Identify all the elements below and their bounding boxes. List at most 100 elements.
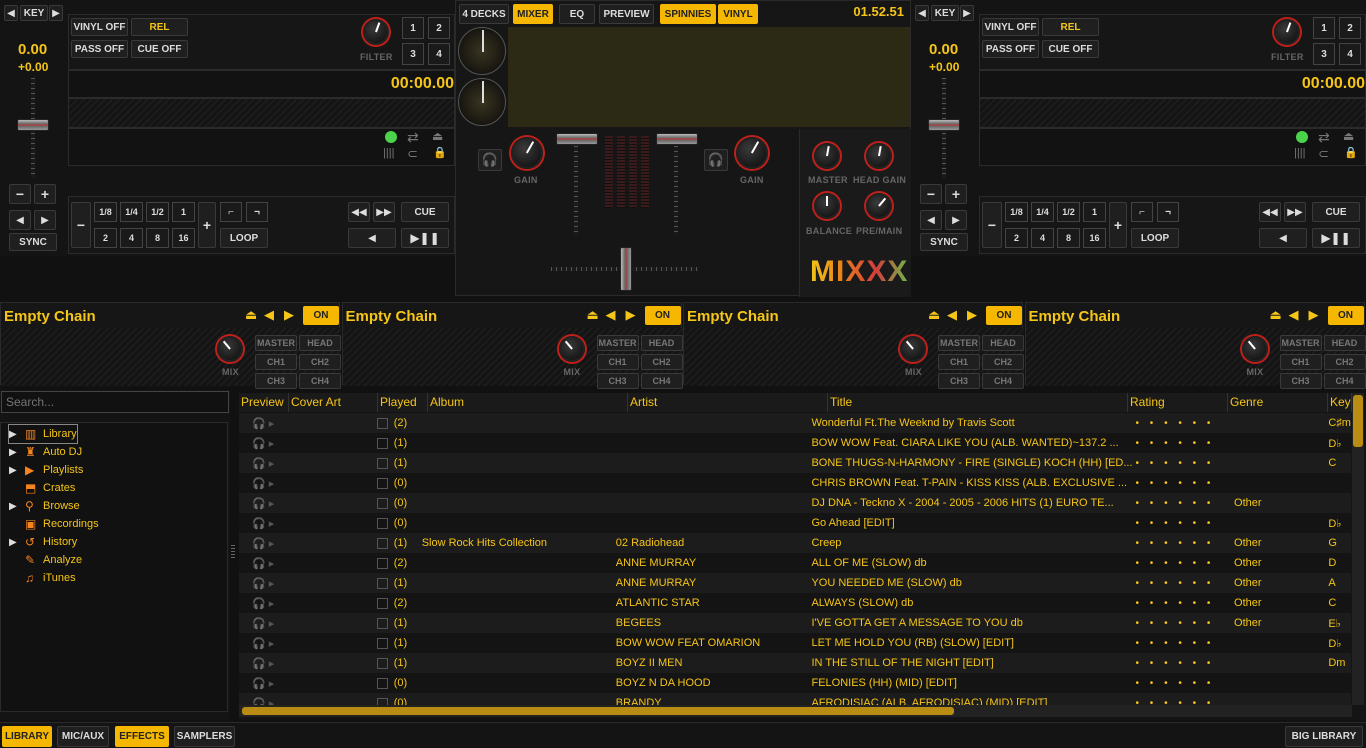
table-row[interactable]: 🎧 ▸ (2) ATLANTIC STAR ALWAYS (SLOW) db • • •… [239,593,1351,613]
pfl-headphone-right[interactable]: 🎧 [704,149,728,171]
preview-cell[interactable]: 🎧 ▸ [239,653,288,673]
table-row[interactable]: 🎧 ▸ (0) BOYZ N DA HOOD FELONIES (HH) (MID) … [239,673,1351,693]
mix-knob[interactable] [900,336,926,362]
key-next-button[interactable]: ▶ [960,5,974,21]
nudge-right-button[interactable]: ▶ [34,210,56,230]
rating-stars[interactable]: • • • • • • [1136,618,1215,629]
rating-cell[interactable]: • • • • • • [1132,493,1232,513]
played-checkbox[interactable] [376,537,388,549]
vinyl-mode-button[interactable]: VINYL OFF [982,18,1039,36]
assign-ch4-button[interactable]: CH4 [640,373,683,389]
volume-fader-left[interactable] [556,133,598,145]
expand-arrow-icon[interactable]: ▶ [9,501,25,512]
table-row[interactable]: 🎧 ▸ (1) BOW WOW FEAT OMARION LET ME HOLD YO… [239,633,1351,653]
played-checkbox[interactable] [376,597,388,609]
rate-down-button[interactable]: − [9,184,31,204]
rating-cell[interactable]: • • • • • • [1132,653,1232,673]
key-button[interactable]: KEY [931,5,959,21]
headphone-icon[interactable]: 🎧 ▸ [242,418,274,430]
preview-cell[interactable]: 🎧 ▸ [239,533,288,553]
preview-cell[interactable]: 🎧 ▸ [239,553,288,573]
rating-cell[interactable]: • • • • • • [1132,553,1232,573]
key-lock-indicator-icon[interactable] [1296,131,1308,143]
chain-on-button[interactable]: ON [303,306,339,325]
mixer-button[interactable]: MIXER [513,4,553,24]
sync-button[interactable]: SYNC [920,233,968,251]
beatloop-8-button[interactable]: 8 [1057,228,1080,248]
tree-item-library[interactable]: ▶ ▥ Library [8,424,78,444]
rating-cell[interactable]: • • • • • • [1132,573,1232,593]
passthrough-button[interactable]: PASS OFF [982,40,1039,58]
chain-prev-icon[interactable]: ◀ [606,307,616,323]
headphone-icon[interactable]: 🎧 ▸ [242,518,274,530]
played-cell[interactable]: (0) [369,473,419,493]
assign-ch3-button[interactable]: CH3 [938,373,980,389]
table-row[interactable]: 🎧 ▸ (2) Wonderful Ft.The Weeknd by Travis … [239,413,1351,433]
assign-ch1-button[interactable]: CH1 [596,354,639,370]
vinyl-button[interactable]: VINYL [718,4,758,24]
rewind-button[interactable]: ◀◀ [348,202,370,222]
eq-button[interactable]: EQ [559,4,595,24]
played-cell[interactable]: (1) [369,533,419,553]
headphone-icon[interactable]: 🎧 ▸ [242,458,274,470]
spinny-deck-2[interactable] [458,78,506,126]
rating-stars[interactable]: • • • • • • [1136,518,1215,529]
nudge-left-button[interactable]: ◀ [920,210,942,230]
headphone-icon[interactable]: 🎧 ▸ [242,438,274,450]
played-cell[interactable]: (0) [369,673,419,693]
gain-knob-left[interactable] [511,137,543,169]
assign-head-button[interactable]: HEAD [982,335,1024,351]
loop-out-button[interactable]: ¬ [1157,202,1179,222]
beatloop-16-button[interactable]: 16 [1083,228,1106,248]
chain-prev-icon[interactable]: ◀ [947,307,957,323]
pre-main-knob[interactable] [866,193,892,219]
headphone-icon[interactable]: 🎧 ▸ [242,638,274,650]
rating-stars[interactable]: • • • • • • [1136,658,1215,669]
fast-forward-button[interactable]: ▶▶ [373,202,395,222]
slip-icon[interactable]: ⊂ [1318,146,1329,162]
column-header-played[interactable]: Played [378,393,428,412]
table-row[interactable]: 🎧 ▸ (0) Go Ahead [EDIT] • • • • • • D♭ [239,513,1351,533]
head-gain-knob[interactable] [866,143,892,169]
headphone-icon[interactable]: 🎧 ▸ [242,698,274,706]
rating-stars[interactable]: • • • • • • [1136,498,1215,509]
chain-next-icon[interactable]: ▶ [1309,307,1319,323]
rating-stars[interactable]: • • • • • • [1136,458,1215,469]
spinny-deck-1[interactable] [458,27,506,75]
rating-stars[interactable]: • • • • • • [1136,438,1215,449]
column-header-rating[interactable]: Rating [1128,393,1228,412]
key-next-button[interactable]: ▶ [49,5,63,21]
tree-item-analyze[interactable]: ✎ Analyze [9,551,82,569]
chain-on-button[interactable]: ON [986,306,1022,325]
column-header-key[interactable]: Key [1328,393,1352,412]
horizontal-scrollbar[interactable] [239,705,1352,717]
loop-out-button[interactable]: ¬ [246,202,268,222]
preview-cell[interactable]: 🎧 ▸ [239,633,288,653]
assign-master-button[interactable]: MASTER [938,335,980,351]
assign-ch2-button[interactable]: CH2 [1323,354,1366,370]
assign-ch2-button[interactable]: CH2 [982,354,1024,370]
slip-icon[interactable]: ⊂ [407,146,418,162]
beatloop-1-2-button[interactable]: 1/2 [146,202,169,222]
tree-item-itunes[interactable]: ♫ iTunes [9,569,76,587]
column-header-cover-art[interactable]: Cover Art [289,393,378,412]
preview-cell[interactable]: 🎧 ▸ [239,593,288,613]
beatloop-1-button[interactable]: 1 [172,202,195,222]
beatloop-2-button[interactable]: 2 [94,228,117,248]
waveform-area[interactable] [68,98,455,128]
column-header-title[interactable]: Title [828,393,1128,412]
played-cell[interactable]: (0) [369,493,419,513]
mix-knob[interactable] [558,336,585,362]
table-row[interactable]: 🎧 ▸ (0) DJ DNA - Teckno X - 2004 - 2005 - … [239,493,1351,513]
played-cell[interactable]: (1) [369,613,419,633]
rate-up-button[interactable]: + [34,184,56,204]
headphone-icon[interactable]: 🎧 ▸ [242,498,274,510]
played-checkbox[interactable] [376,497,388,509]
chain-prev-icon[interactable]: ◀ [264,307,274,323]
effects-button[interactable]: EFFECTS [115,726,169,747]
hotcue-2-button[interactable]: 2 [428,17,450,39]
beatloop-1-2-button[interactable]: 1/2 [1057,202,1080,222]
hotcue-3-button[interactable]: 3 [402,43,424,65]
column-header-album[interactable]: Album [428,393,628,412]
repeat-icon[interactable]: ⇄ [1318,129,1330,146]
